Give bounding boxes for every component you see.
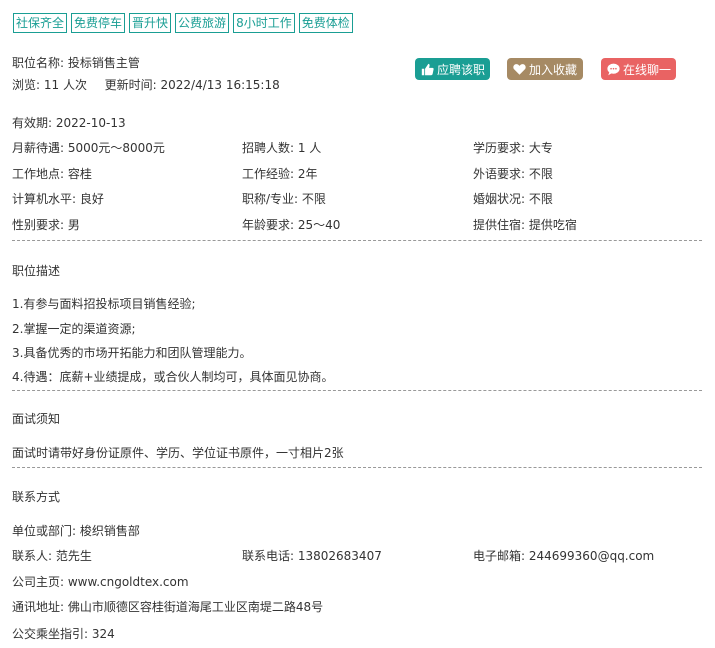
benefit-tag: 晋升快 — [129, 13, 172, 33]
detail-row: 工作地点: 容桂 工作经验: 2年 外语要求: 不限 — [12, 165, 702, 183]
validity: 有效期: 2022-10-13 — [12, 116, 126, 130]
education: 学历要求: 大专 — [473, 141, 553, 155]
divider — [12, 240, 702, 241]
contact-person: 联系人: 范先生 — [12, 549, 92, 563]
description-line: 1.有参与面料招投标项目销售经验; — [12, 297, 196, 311]
company-homepage[interactable]: 公司主页: www.cngoldtex.com — [12, 573, 189, 590]
title-major: 职称/专业: 不限 — [242, 192, 326, 206]
action-bar: 应聘该职 加入收藏 在线聊一 — [0, 58, 715, 80]
marital-status: 婚姻状况: 不限 — [473, 192, 553, 206]
interview-title: 面试须知 — [12, 412, 61, 426]
description-line: 4.待遇：底薪+业绩提成，或合伙人制均可，具体面见协商。 — [12, 370, 334, 384]
computer-level: 计算机水平: 良好 — [12, 192, 104, 206]
updated-value: 2022/4/13 16:15:18 — [160, 78, 280, 92]
views-value: 11 人次 — [43, 78, 87, 92]
age-range: 年龄要求: 25～40 — [242, 218, 341, 232]
chat-button[interactable]: 在线聊一 — [601, 58, 676, 80]
work-location: 工作地点: 容桂 — [12, 167, 92, 181]
contact-phone: 联系电话: 13802683407 — [242, 549, 382, 563]
views-label: 浏览: — [12, 78, 41, 92]
favorite-button-label: 加入收藏 — [529, 62, 578, 77]
thumbs-up-icon — [421, 63, 434, 76]
contact-title: 联系方式 — [12, 490, 61, 504]
heart-icon — [513, 63, 526, 76]
benefit-tag: 免费体检 — [298, 13, 353, 33]
benefit-tag: 免费停车 — [71, 13, 126, 33]
detail-row: 月薪待遇: 5000元～8000元 招聘人数: 1 人 学历要求: 大专 — [12, 139, 702, 157]
accommodation: 提供住宿: 提供吃宿 — [473, 218, 577, 232]
contact-address: 通讯地址: 佛山市顺德区容桂街道海尾工业区南堤二路48号 — [12, 600, 324, 614]
validity-row: 有效期: 2022-10-13 — [12, 114, 702, 132]
interview-text: 面试时请带好身份证原件、学历、学位证书原件，一寸相片2张 — [12, 446, 344, 460]
benefit-tags: 社保齐全 免费停车 晋升快 公费旅游 8小时工作 免费体检 — [13, 13, 353, 33]
language: 外语要求: 不限 — [473, 167, 553, 181]
updated-label: 更新时间: — [104, 78, 157, 92]
contact-row: 联系人: 范先生 联系电话: 13802683407 电子邮箱: 2446993… — [12, 547, 702, 565]
detail-row: 计算机水平: 良好 职称/专业: 不限 婚姻状况: 不限 — [12, 190, 702, 208]
apply-button[interactable]: 应聘该职 — [415, 58, 490, 80]
description-line: 3.具备优秀的市场开拓能力和团队管理能力。 — [12, 346, 252, 360]
benefit-tag: 公费旅游 — [175, 13, 230, 33]
experience: 工作经验: 2年 — [242, 167, 318, 181]
favorite-button[interactable]: 加入收藏 — [507, 58, 583, 80]
salary: 月薪待遇: 5000元～8000元 — [12, 141, 165, 155]
contact-department: 单位或部门: 梭织销售部 — [12, 524, 140, 538]
description-title: 职位描述 — [12, 264, 61, 278]
divider — [12, 467, 702, 468]
detail-row: 性别要求: 男 年龄要求: 25～40 提供住宿: 提供吃宿 — [12, 216, 702, 234]
benefit-tag: 8小时工作 — [233, 13, 295, 33]
bus-guide: 公交乘坐指引: 324 — [12, 627, 115, 641]
contact-email: 电子邮箱: 244699360@qq.com — [473, 549, 655, 563]
headcount: 招聘人数: 1 人 — [242, 141, 322, 155]
chat-bubble-icon — [607, 63, 620, 76]
chat-button-label: 在线聊一 — [623, 62, 672, 77]
apply-button-label: 应聘该职 — [437, 62, 486, 77]
benefit-tag: 社保齐全 — [13, 13, 68, 33]
divider — [12, 390, 702, 391]
gender: 性别要求: 男 — [12, 218, 80, 232]
description-line: 2.掌握一定的渠道资源; — [12, 322, 136, 336]
